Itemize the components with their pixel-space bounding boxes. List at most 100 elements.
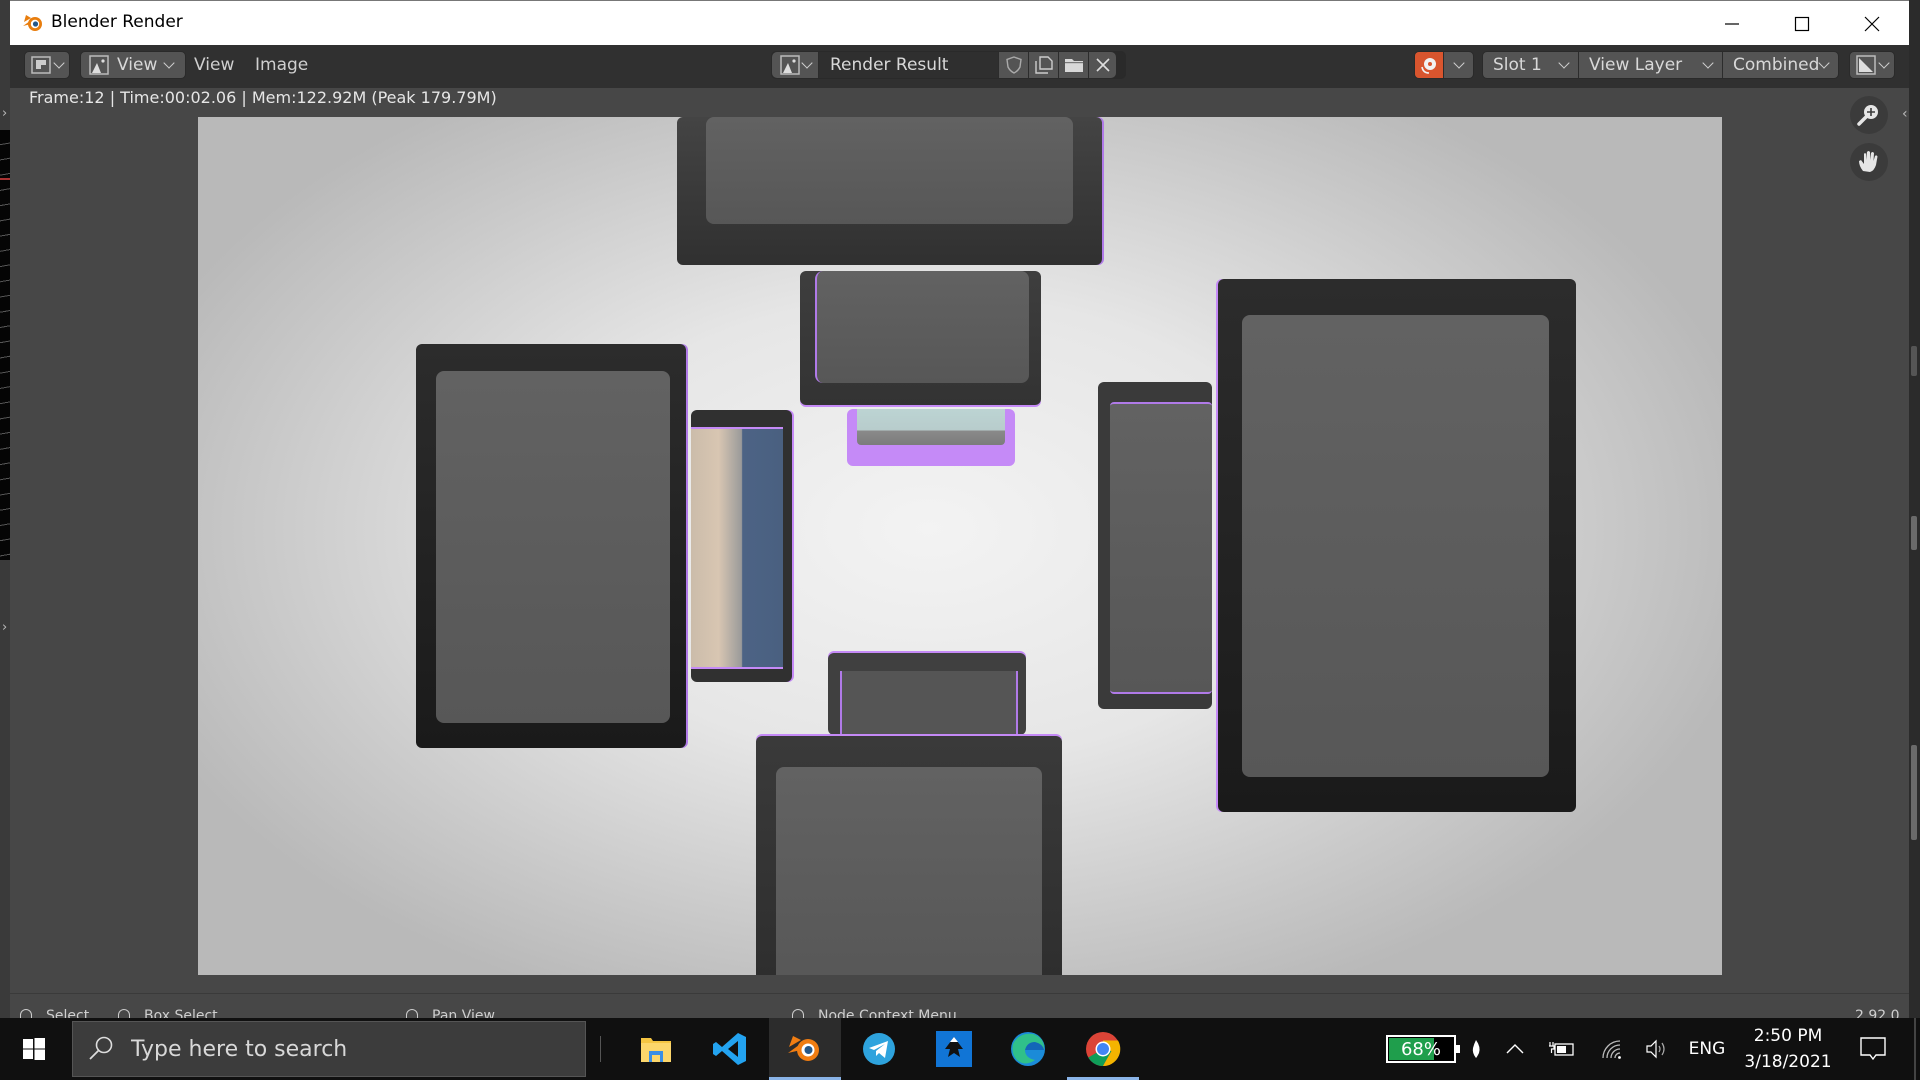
chrome-icon bbox=[1086, 1032, 1121, 1067]
image-viewport[interactable]: Frame:12 | Time:00:02.06 | Mem:122.92M (… bbox=[10, 88, 1908, 993]
edge-icon bbox=[1011, 1032, 1045, 1066]
render-result-image bbox=[198, 117, 1722, 975]
image-name-field[interactable]: Render Result bbox=[818, 52, 998, 78]
show-desktop-button[interactable] bbox=[1914, 1018, 1916, 1080]
folder-icon bbox=[1064, 59, 1083, 72]
taskbar-app-edge[interactable] bbox=[992, 1018, 1064, 1080]
scrollbar-thumb[interactable] bbox=[1911, 346, 1917, 376]
pan-hand-icon bbox=[1859, 151, 1878, 172]
menu-image[interactable]: Image bbox=[255, 55, 308, 75]
network-wifi-icon[interactable] bbox=[1595, 1018, 1629, 1080]
search-input[interactable] bbox=[129, 1035, 563, 1063]
taskbar-search-box[interactable] bbox=[72, 1021, 586, 1077]
slot-label: Slot 1 bbox=[1493, 55, 1542, 75]
telegram-icon bbox=[863, 1033, 895, 1065]
input-language[interactable]: ENG bbox=[1682, 1018, 1732, 1080]
minimize-button[interactable] bbox=[1697, 1, 1767, 46]
power-plugged-icon[interactable] bbox=[1545, 1018, 1579, 1080]
render-icon bbox=[1415, 52, 1443, 78]
x-icon bbox=[1095, 58, 1110, 72]
image-name: Render Result bbox=[830, 55, 949, 75]
duplicate-icon bbox=[1034, 56, 1053, 74]
leaf-tray-icon[interactable] bbox=[1466, 1018, 1486, 1080]
picture-frame bbox=[416, 344, 686, 748]
picture-frame bbox=[1098, 382, 1212, 709]
maximize-button[interactable] bbox=[1767, 1, 1837, 46]
rendered-photo bbox=[691, 427, 783, 669]
blender-render-window: Blender Render View View Image Render Re… bbox=[10, 0, 1917, 1019]
chevron-down-icon bbox=[1702, 56, 1714, 69]
view-layer-dropdown[interactable]: View Layer bbox=[1578, 52, 1722, 78]
action-center-button[interactable] bbox=[1848, 1018, 1898, 1080]
close-button[interactable] bbox=[1837, 1, 1907, 46]
open-image-button[interactable] bbox=[1058, 52, 1088, 78]
fake-user-button[interactable] bbox=[998, 52, 1028, 78]
start-button[interactable] bbox=[0, 1018, 68, 1080]
image-datablock-selector: Render Result bbox=[771, 51, 1126, 79]
render-pass-dropdown[interactable]: Combined bbox=[1722, 52, 1838, 78]
blender-status-bar: Select Box Select Pan View Node Context … bbox=[10, 993, 1909, 1019]
volume-icon[interactable] bbox=[1640, 1018, 1674, 1080]
sidebar-toggle-icon[interactable]: ‹ bbox=[1902, 106, 1908, 122]
unlink-image-button[interactable] bbox=[1088, 52, 1116, 78]
minimize-icon bbox=[1725, 22, 1739, 25]
scrollbar-thumb[interactable] bbox=[1911, 745, 1917, 840]
blender-logo-icon bbox=[23, 15, 42, 31]
chevron-up-icon bbox=[1506, 1044, 1524, 1054]
picture-frame bbox=[1218, 279, 1576, 812]
render-display-dropdown[interactable] bbox=[1414, 51, 1474, 79]
window-title: Blender Render bbox=[51, 12, 183, 32]
taskbar-app-chrome[interactable] bbox=[1067, 1018, 1139, 1080]
editor-type-dropdown[interactable] bbox=[24, 51, 70, 79]
image-icon bbox=[89, 55, 109, 75]
title-bar: Blender Render bbox=[10, 0, 1909, 45]
scrollbar-thumb[interactable] bbox=[1911, 516, 1917, 550]
taskbar-app-file-explorer[interactable] bbox=[620, 1018, 692, 1080]
taskbar-app-vscode[interactable] bbox=[694, 1018, 766, 1080]
search-icon bbox=[89, 1036, 113, 1060]
browse-image-button[interactable] bbox=[772, 52, 818, 78]
picture-frame bbox=[756, 736, 1062, 975]
taskbar-app-blender[interactable] bbox=[769, 1018, 841, 1080]
clock-time: 2:50 PM bbox=[1753, 1026, 1823, 1046]
image-editor-icon bbox=[31, 56, 51, 74]
image-icon bbox=[779, 55, 800, 75]
battery-icon: 68% bbox=[1386, 1035, 1460, 1063]
render-pass-label: Combined bbox=[1733, 55, 1820, 75]
chevron-down-icon bbox=[1452, 56, 1465, 69]
notification-icon bbox=[1860, 1037, 1886, 1061]
taskbar-app-telegram[interactable] bbox=[843, 1018, 915, 1080]
background-expand-icon: › bbox=[2, 106, 8, 121]
picture-frame bbox=[677, 117, 1102, 265]
clock[interactable]: 2:50 PM 3/18/2021 bbox=[1740, 1018, 1836, 1080]
picture-frame bbox=[800, 271, 1041, 405]
zoom-gizmo[interactable] bbox=[1850, 96, 1888, 134]
picture-frame-photo bbox=[828, 653, 1026, 735]
display-channels-icon bbox=[1856, 55, 1876, 75]
view-layer-label: View Layer bbox=[1589, 55, 1683, 75]
render-slot-layer-pass: Slot 1 View Layer Combined bbox=[1482, 51, 1839, 79]
shield-icon bbox=[1005, 56, 1022, 74]
view-mode-dropdown[interactable]: View bbox=[80, 51, 186, 79]
display-channels-dropdown[interactable] bbox=[1849, 51, 1895, 79]
menu-view[interactable]: View bbox=[194, 55, 234, 75]
image-editor-header: View View Image Render Result Slot 1 Vie… bbox=[10, 45, 1909, 88]
slot-dropdown[interactable]: Slot 1 bbox=[1483, 52, 1578, 78]
render-status-text: Frame:12 | Time:00:02.06 | Mem:122.92M (… bbox=[29, 88, 497, 107]
vscode-icon bbox=[713, 1033, 746, 1065]
new-image-button[interactable] bbox=[1028, 52, 1058, 78]
background-expand-icon: › bbox=[2, 620, 8, 635]
chevron-down-icon bbox=[1878, 56, 1890, 69]
inkscape-icon bbox=[936, 1031, 972, 1067]
chevron-down-icon bbox=[163, 56, 176, 69]
picture-frame-photo bbox=[847, 409, 1015, 464]
taskbar-app-inkscape[interactable] bbox=[918, 1018, 990, 1080]
pan-gizmo[interactable] bbox=[1850, 143, 1888, 181]
show-hidden-icons-button[interactable] bbox=[1500, 1018, 1530, 1080]
clock-date: 3/18/2021 bbox=[1744, 1052, 1832, 1072]
close-icon bbox=[1864, 16, 1880, 31]
view-mode-label: View bbox=[117, 55, 158, 75]
battery-indicator[interactable]: 68% bbox=[1383, 1018, 1460, 1080]
windows-logo-icon bbox=[23, 1038, 45, 1060]
windows-taskbar: 68% ENG 2:50 PM 3/18/2021 bbox=[0, 1018, 1920, 1080]
